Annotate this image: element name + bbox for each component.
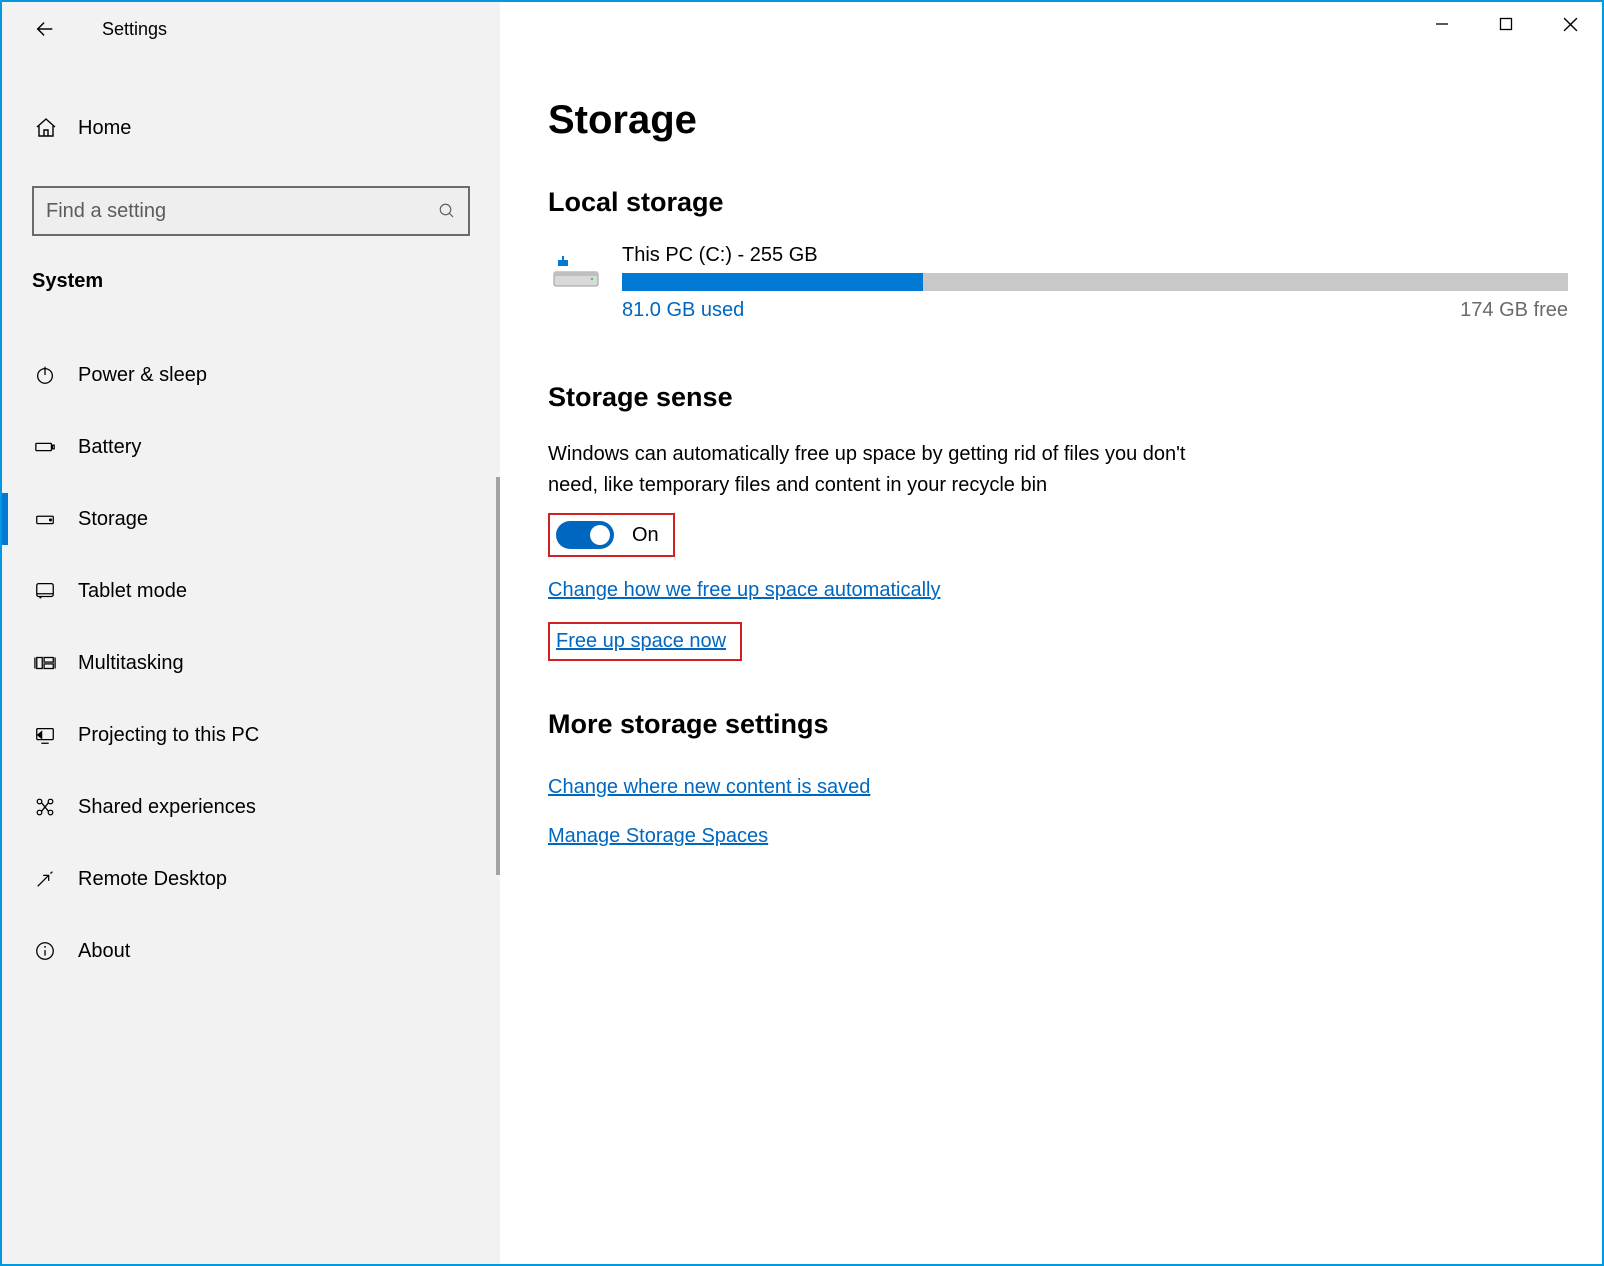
sidebar-item-power-sleep[interactable]: Power & sleep bbox=[2, 339, 500, 411]
about-icon bbox=[34, 940, 78, 962]
link-manage-storage-spaces[interactable]: Manage Storage Spaces bbox=[548, 825, 768, 848]
sidebar: Home System Focus assist Power & sleep Bat… bbox=[2, 56, 500, 1264]
battery-icon bbox=[34, 436, 78, 458]
sidebar-item-multitasking[interactable]: Multitasking bbox=[2, 627, 500, 699]
more-storage-heading: More storage settings bbox=[548, 709, 1568, 740]
window-controls bbox=[1410, 2, 1602, 56]
storage-sense-heading: Storage sense bbox=[548, 382, 1568, 413]
local-storage-heading: Local storage bbox=[548, 187, 1568, 218]
search-icon bbox=[438, 202, 456, 220]
highlight-free-now: Free up space now bbox=[548, 622, 742, 661]
link-change-where-saved[interactable]: Change where new content is saved bbox=[548, 776, 870, 799]
drive-body: This PC (C:) - 255 GB 81.0 GB used 174 G… bbox=[622, 244, 1568, 322]
sidebar-item-projecting-to-this-pc[interactable]: Projecting to this PC bbox=[2, 699, 500, 771]
close-icon bbox=[1563, 17, 1578, 32]
search-input[interactable] bbox=[46, 200, 438, 223]
storage-sense-toggle[interactable] bbox=[556, 521, 614, 549]
minimize-button[interactable] bbox=[1410, 2, 1474, 46]
drive-icon bbox=[548, 244, 604, 300]
back-arrow-icon bbox=[34, 18, 56, 40]
link-free-up-now[interactable]: Free up space now bbox=[556, 630, 726, 653]
window-title: Settings bbox=[102, 19, 167, 40]
back-button[interactable] bbox=[20, 4, 70, 54]
settings-window: Settings Home bbox=[0, 0, 1604, 1266]
sidebar-item-label: About bbox=[78, 940, 130, 963]
sidebar-item-label: Battery bbox=[78, 436, 141, 459]
remote-icon bbox=[34, 868, 78, 890]
sidebar-item-about[interactable]: About bbox=[2, 915, 500, 987]
sidebar-item-remote-desktop[interactable]: Remote Desktop bbox=[2, 843, 500, 915]
page-title: Storage bbox=[548, 98, 1568, 143]
link-change-auto[interactable]: Change how we free up space automaticall… bbox=[548, 579, 940, 602]
sidebar-scrollbar[interactable] bbox=[496, 477, 500, 875]
drive-name: This PC (C:) - 255 GB bbox=[622, 244, 1568, 267]
storage-icon bbox=[34, 508, 78, 530]
titlebar: Settings bbox=[2, 2, 1602, 56]
sidebar-item-label: Tablet mode bbox=[78, 580, 187, 603]
sidebar-nav: Focus assist Power & sleep Battery Storage T… bbox=[2, 299, 500, 1264]
storage-sense-toggle-label: On bbox=[632, 524, 659, 547]
sidebar-item-tablet-mode[interactable]: Tablet mode bbox=[2, 555, 500, 627]
shared-icon bbox=[34, 796, 78, 818]
sidebar-item-shared-experiences[interactable]: Shared experiences bbox=[2, 771, 500, 843]
storage-bar bbox=[622, 273, 1568, 291]
search-box[interactable] bbox=[32, 186, 470, 236]
multitasking-icon bbox=[34, 652, 78, 674]
drive-used-label: 81.0 GB used bbox=[622, 299, 744, 322]
sidebar-item-label: Storage bbox=[78, 508, 148, 531]
close-button[interactable] bbox=[1538, 2, 1602, 46]
maximize-icon bbox=[1499, 17, 1513, 31]
storage-bar-fill bbox=[622, 273, 923, 291]
sidebar-item-label: Remote Desktop bbox=[78, 868, 227, 891]
sidebar-home[interactable]: Home bbox=[2, 98, 500, 158]
tablet-icon bbox=[34, 580, 78, 602]
home-icon bbox=[34, 116, 58, 140]
minimize-icon bbox=[1435, 17, 1449, 31]
power-icon bbox=[34, 364, 78, 386]
drive-free-label: 174 GB free bbox=[1460, 299, 1568, 322]
toggle-knob bbox=[590, 525, 610, 545]
sidebar-item-label: Projecting to this PC bbox=[78, 724, 259, 747]
highlight-toggle: On bbox=[548, 513, 675, 557]
maximize-button[interactable] bbox=[1474, 2, 1538, 46]
sidebar-item-label: Shared experiences bbox=[78, 796, 256, 819]
sidebar-section-label: System bbox=[32, 270, 500, 293]
storage-sense-description: Windows can automatically free up space … bbox=[548, 439, 1208, 501]
drive-row[interactable]: This PC (C:) - 255 GB 81.0 GB used 174 G… bbox=[548, 244, 1568, 322]
sidebar-item-label: Multitasking bbox=[78, 652, 184, 675]
projecting-icon bbox=[34, 724, 78, 746]
sidebar-item-focus-assist[interactable]: Focus assist bbox=[2, 299, 500, 339]
sidebar-item-battery[interactable]: Battery bbox=[2, 411, 500, 483]
sidebar-item-storage[interactable]: Storage bbox=[2, 483, 500, 555]
sidebar-home-label: Home bbox=[78, 117, 131, 140]
sidebar-item-label: Power & sleep bbox=[78, 364, 207, 387]
content-pane: Storage Local storage This PC (C:) - 255… bbox=[500, 56, 1602, 1264]
